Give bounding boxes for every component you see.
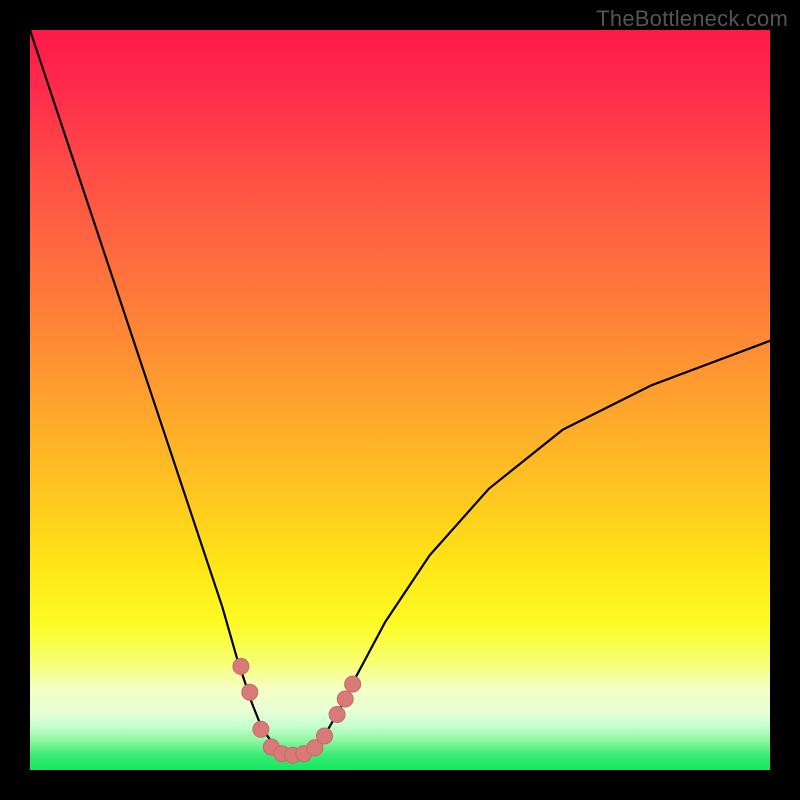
curve-marker [253, 721, 269, 737]
marker-group [233, 658, 361, 763]
curve-marker [317, 728, 333, 744]
curve-marker [337, 691, 353, 707]
plot-area [30, 30, 770, 770]
bottleneck-curve [30, 30, 770, 755]
curve-layer [30, 30, 770, 770]
watermark-text: TheBottleneck.com [596, 6, 788, 32]
curve-marker [345, 676, 361, 692]
curve-marker [329, 707, 345, 723]
chart-frame: TheBottleneck.com [0, 0, 800, 800]
curve-marker [242, 684, 258, 700]
curve-marker [233, 658, 249, 674]
